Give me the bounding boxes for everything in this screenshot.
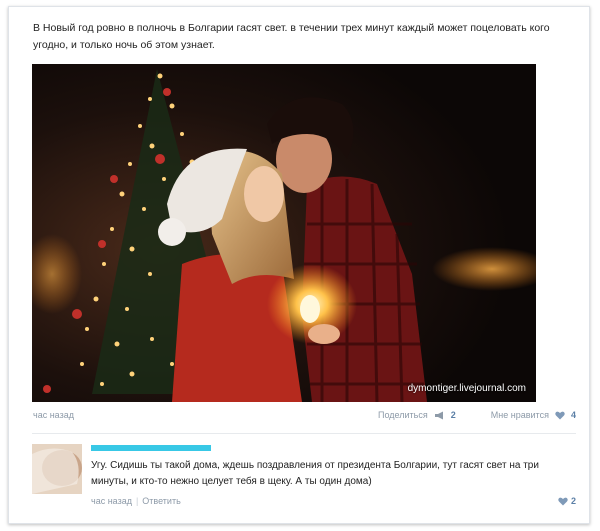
reply-button[interactable]: Ответить	[142, 496, 180, 506]
photo-watermark: dymontiger.livejournal.com	[407, 383, 526, 394]
heart-icon	[555, 411, 566, 420]
post-time[interactable]: час назад	[33, 410, 74, 420]
comment-like-count: 2	[570, 496, 576, 506]
comment-time[interactable]: час назад	[91, 496, 132, 506]
like-button[interactable]: Мне нравится 4	[491, 410, 576, 420]
heart-icon	[558, 497, 569, 506]
share-label: Поделиться	[378, 410, 428, 420]
comment-like-button[interactable]: 2	[554, 496, 576, 506]
comment-separator: |	[135, 496, 139, 506]
post-text: В Новый год ровно в полночь в Болгарии г…	[33, 22, 550, 51]
post-card: В Новый год ровно в полночь в Болгарии г…	[8, 6, 590, 524]
megaphone-icon	[435, 411, 444, 420]
comment-text: Угу. Сидишь ты такой дома, ждешь поздрав…	[91, 460, 539, 487]
post-photo[interactable]: dymontiger.livejournal.com	[32, 64, 536, 402]
comment-meta: час назад | Ответить 2	[91, 496, 576, 510]
avatar[interactable]	[32, 444, 82, 494]
avatar-image	[32, 444, 82, 494]
share-count: 2	[450, 410, 456, 420]
post-meta: час назад Поделиться 2 Мне нравится 4	[33, 410, 576, 424]
comment-author-redacted[interactable]	[91, 445, 211, 451]
comments-divider	[32, 433, 576, 434]
photo-illustration	[32, 64, 536, 402]
share-button[interactable]: Поделиться 2	[378, 410, 456, 420]
like-count: 4	[570, 410, 576, 420]
like-label: Мне нравится	[490, 410, 549, 420]
